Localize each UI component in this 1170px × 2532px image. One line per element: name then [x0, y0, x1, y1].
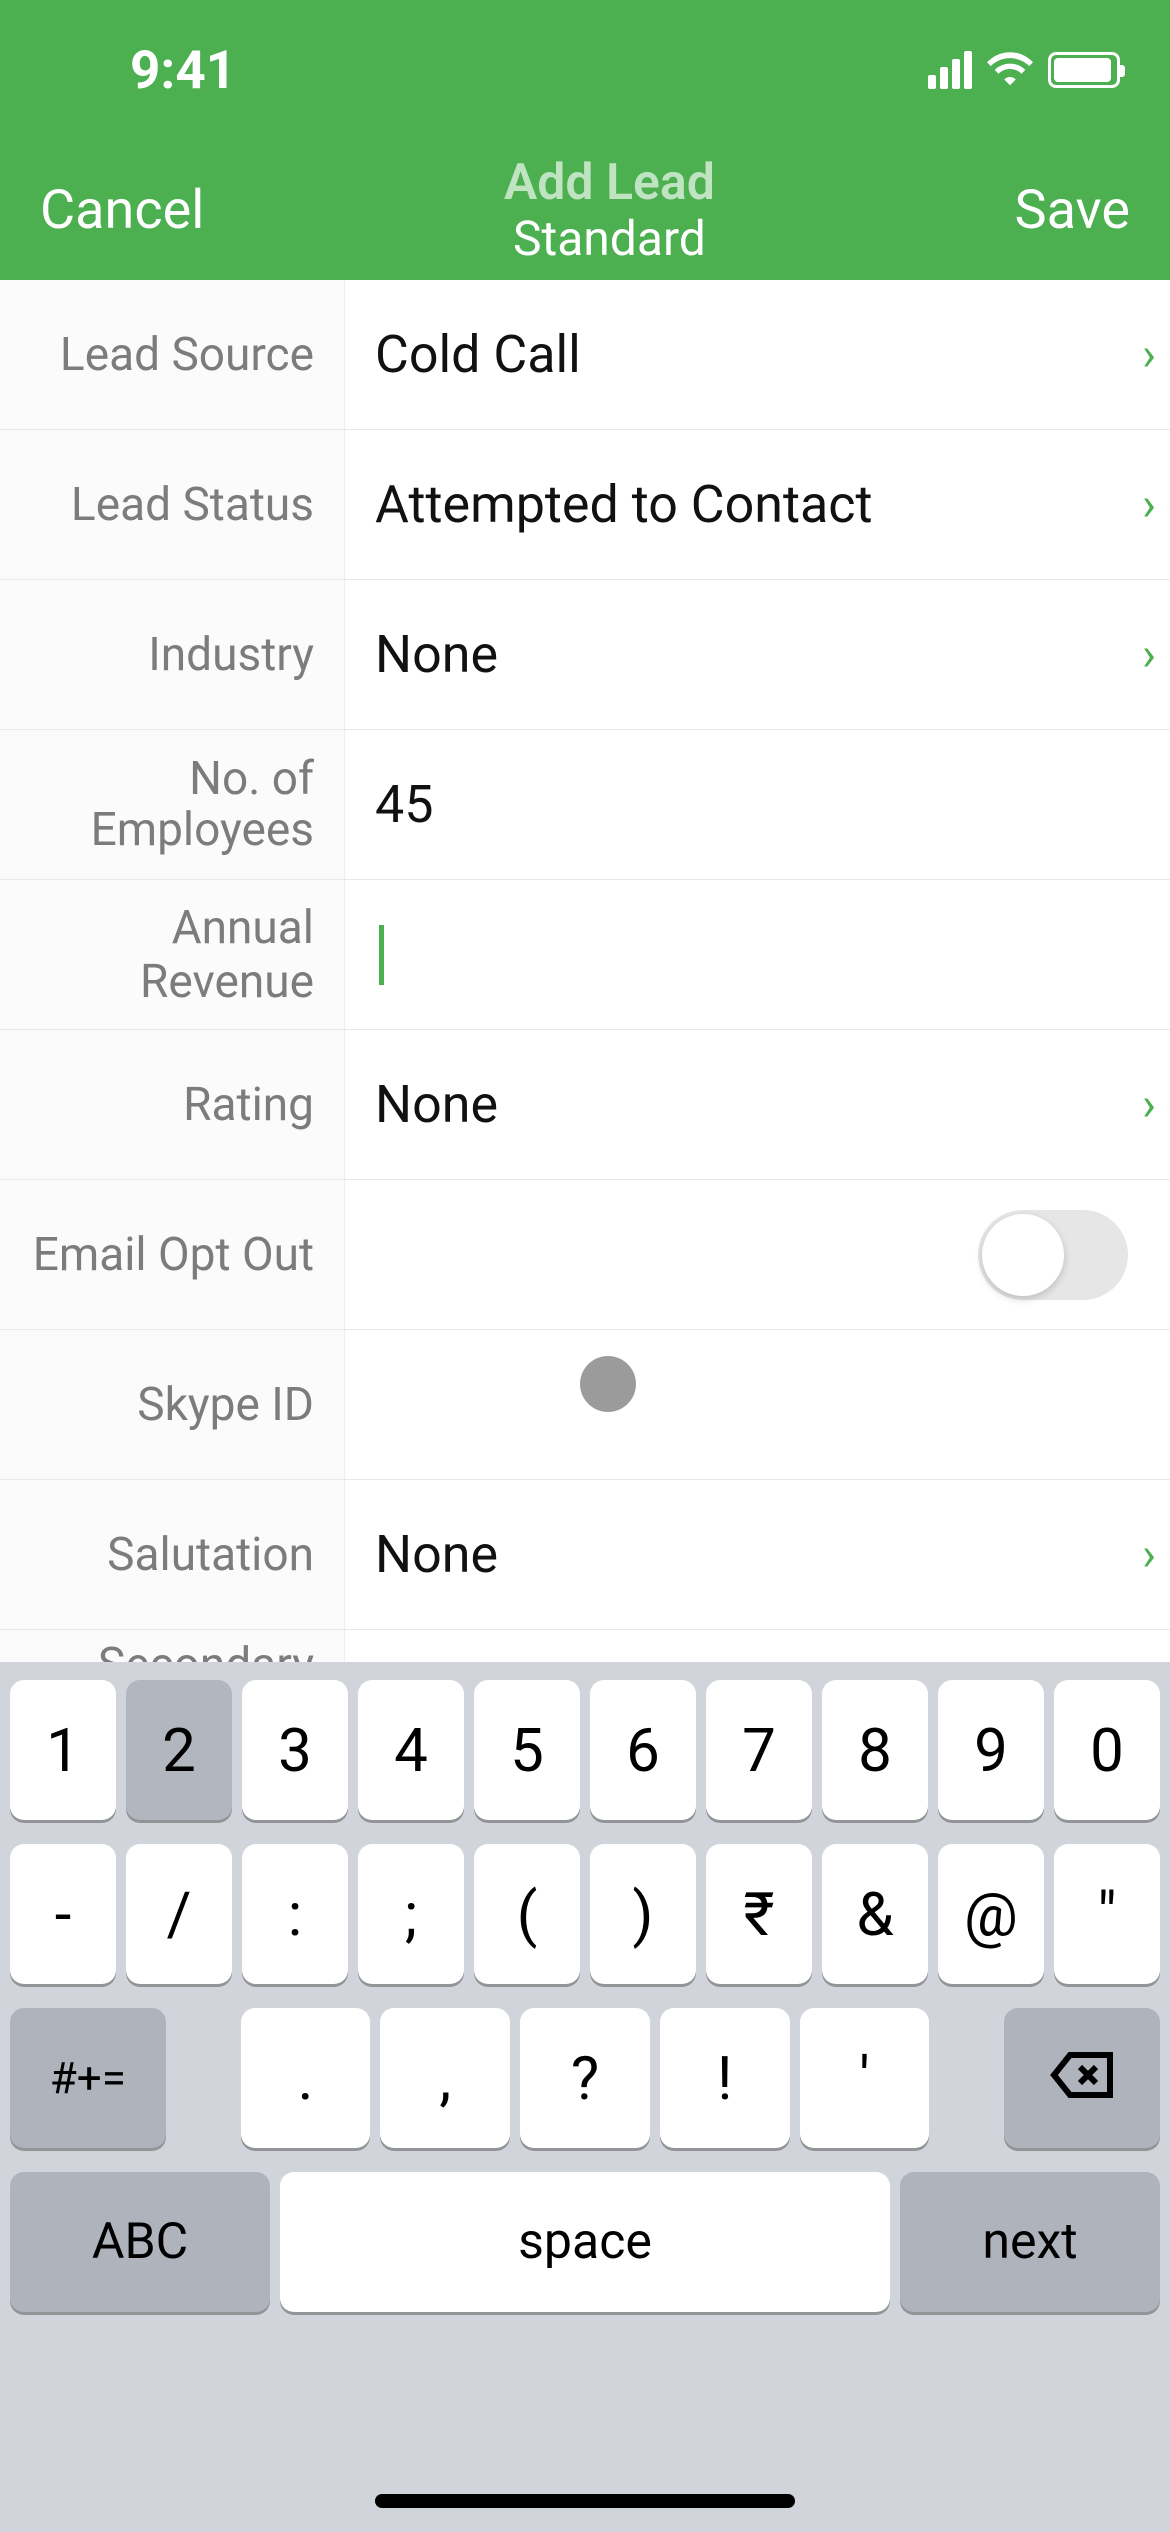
status-bar: 9:41: [0, 0, 1170, 140]
key-mode-symbols[interactable]: #+=: [10, 2008, 166, 2148]
key-8[interactable]: 8: [822, 1680, 928, 1820]
key-lparen[interactable]: (: [474, 1844, 580, 1984]
salutation-row[interactable]: Salutation None ›: [0, 1480, 1170, 1630]
key-0[interactable]: 0: [1054, 1680, 1160, 1820]
cellular-signal-icon: [928, 51, 972, 89]
employees-value[interactable]: 45: [345, 774, 1170, 835]
nav-title-group: Add Lead Standard: [204, 154, 1014, 267]
lead-status-value: Attempted to Contact: [345, 474, 1142, 535]
key-apostrophe[interactable]: ': [800, 2008, 930, 2148]
keyboard-row-1: 1 2 3 4 5 6 7 8 9 0: [10, 1680, 1160, 1820]
chevron-right-icon: ›: [1142, 1078, 1170, 1132]
keyboard-row-4: ABC space next: [10, 2172, 1160, 2312]
key-6[interactable]: 6: [590, 1680, 696, 1820]
status-icons: [928, 50, 1120, 90]
key-semicolon[interactable]: ;: [358, 1844, 464, 1984]
lead-status-label: Lead Status: [0, 430, 345, 579]
home-indicator[interactable]: [375, 2494, 795, 2508]
employees-label: No. of Employees: [0, 730, 345, 879]
key-2[interactable]: 2: [126, 1680, 232, 1820]
page-subtitle: Standard: [204, 210, 1014, 267]
employees-label-text: No. of Employees: [0, 754, 314, 855]
page-title: Add Lead: [204, 154, 1014, 212]
keyboard-row-2: - / : ; ( ) ₹ & @ ": [10, 1844, 1160, 1984]
rating-value: None: [345, 1074, 1142, 1135]
skype-id-row[interactable]: Skype ID: [0, 1330, 1170, 1480]
lead-status-row[interactable]: Lead Status Attempted to Contact ›: [0, 430, 1170, 580]
chevron-right-icon: ›: [1142, 478, 1170, 532]
key-next[interactable]: next: [900, 2172, 1160, 2312]
key-1[interactable]: 1: [10, 1680, 116, 1820]
annual-revenue-input[interactable]: [345, 925, 1170, 985]
chevron-right-icon: ›: [1142, 328, 1170, 382]
key-dash[interactable]: -: [10, 1844, 116, 1984]
email-opt-out-label: Email Opt Out: [0, 1180, 345, 1329]
chevron-right-icon: ›: [1142, 628, 1170, 682]
key-5[interactable]: 5: [474, 1680, 580, 1820]
key-7[interactable]: 7: [706, 1680, 812, 1820]
rating-label: Rating: [0, 1030, 345, 1179]
salutation-label: Salutation: [0, 1480, 345, 1629]
key-backspace[interactable]: [1004, 2008, 1160, 2148]
lead-source-value: Cold Call: [345, 324, 1142, 385]
key-colon[interactable]: :: [242, 1844, 348, 1984]
chevron-right-icon: ›: [1142, 1528, 1170, 1582]
key-exclaim[interactable]: !: [660, 2008, 790, 2148]
email-opt-out-row: Email Opt Out: [0, 1180, 1170, 1330]
save-button[interactable]: Save: [1015, 179, 1131, 242]
key-comma[interactable]: ,: [380, 2008, 510, 2148]
key-question[interactable]: ?: [520, 2008, 650, 2148]
key-slash[interactable]: /: [126, 1844, 232, 1984]
email-opt-out-toggle[interactable]: [978, 1210, 1128, 1300]
key-4[interactable]: 4: [358, 1680, 464, 1820]
employees-row[interactable]: No. of Employees 45: [0, 730, 1170, 880]
industry-value: None: [345, 624, 1142, 685]
key-amp[interactable]: &: [822, 1844, 928, 1984]
salutation-value: None: [345, 1524, 1142, 1585]
key-period[interactable]: .: [241, 2008, 371, 2148]
form-list[interactable]: Lead Source Cold Call › Lead Status Atte…: [0, 280, 1170, 1662]
lead-source-row[interactable]: Lead Source Cold Call ›: [0, 280, 1170, 430]
rating-row[interactable]: Rating None ›: [0, 1030, 1170, 1180]
keyboard: 1 2 3 4 5 6 7 8 9 0 - / : ; ( ) ₹ & @ " …: [0, 1662, 1170, 2532]
secondary-row[interactable]: Secondary: [0, 1630, 1170, 1662]
secondary-label: Secondary: [0, 1630, 345, 1662]
key-9[interactable]: 9: [938, 1680, 1044, 1820]
text-cursor-icon: [379, 925, 384, 985]
battery-icon: [1048, 52, 1120, 88]
industry-row[interactable]: Industry None ›: [0, 580, 1170, 730]
annual-revenue-label: Annual Revenue: [0, 880, 345, 1029]
key-quote[interactable]: ": [1054, 1844, 1160, 1984]
cancel-button[interactable]: Cancel: [40, 179, 204, 242]
wifi-icon: [987, 50, 1033, 90]
toggle-knob-icon: [982, 1214, 1064, 1296]
keyboard-row-3: #+= . , ? ! ': [10, 2008, 1160, 2148]
email-opt-out-value: [345, 1210, 1170, 1300]
key-at[interactable]: @: [938, 1844, 1044, 1984]
status-time: 9:41: [130, 39, 236, 101]
key-space[interactable]: space: [280, 2172, 890, 2312]
annual-revenue-row[interactable]: Annual Revenue: [0, 880, 1170, 1030]
industry-label: Industry: [0, 580, 345, 729]
skype-id-label: Skype ID: [0, 1330, 345, 1479]
lead-source-label: Lead Source: [0, 280, 345, 429]
key-rparen[interactable]: ): [590, 1844, 696, 1984]
nav-bar: Cancel Add Lead Standard Save: [0, 140, 1170, 280]
key-rupee[interactable]: ₹: [706, 1844, 812, 1984]
key-abc[interactable]: ABC: [10, 2172, 270, 2312]
key-3[interactable]: 3: [242, 1680, 348, 1820]
backspace-icon: [1050, 2043, 1114, 2114]
